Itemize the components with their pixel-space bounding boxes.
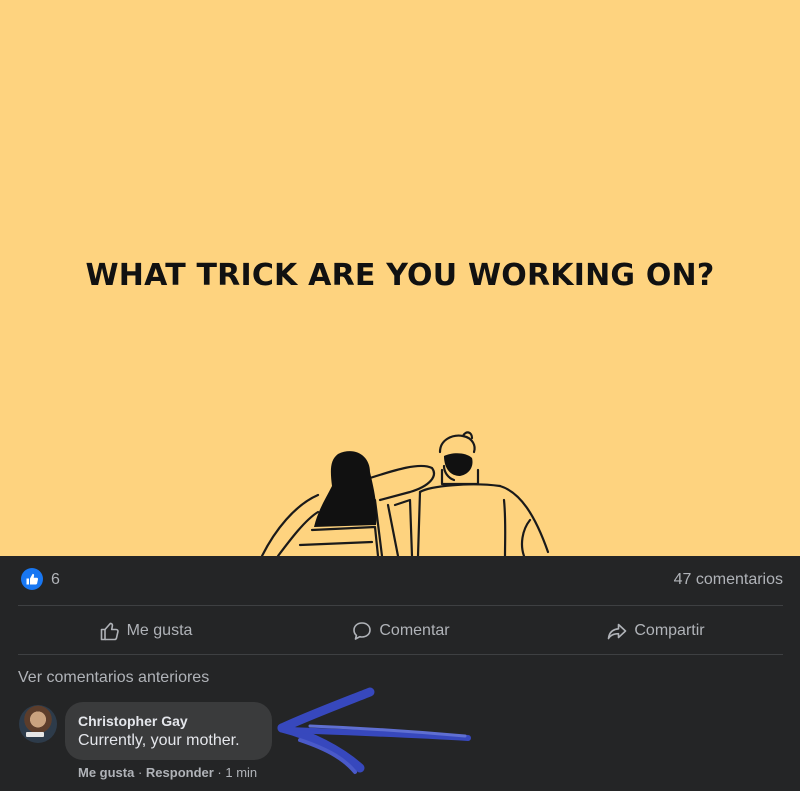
action-bar: Me gusta Comentar Compartir	[18, 608, 783, 654]
meta-separator: ·	[134, 765, 146, 780]
share-arrow-icon	[608, 623, 627, 640]
comment-button-label: Comentar	[379, 622, 450, 639]
comment-like-link[interactable]: Me gusta	[78, 765, 134, 780]
meta-separator: ·	[213, 765, 226, 780]
comment-button[interactable]: Comentar	[273, 608, 528, 654]
comment-meta: Me gusta · Responder · 1 min	[78, 765, 257, 780]
avatar-badge	[26, 732, 44, 737]
people-illustration	[260, 431, 550, 556]
like-count[interactable]: 6	[51, 571, 60, 589]
comment-reply-link[interactable]: Responder	[146, 765, 214, 780]
divider-top	[18, 605, 783, 606]
comment-author[interactable]: Christopher Gay	[78, 713, 259, 730]
share-button-label: Compartir	[634, 622, 705, 639]
comment-bubble-icon	[353, 622, 372, 640]
thumbs-up-icon	[100, 622, 119, 641]
like-button[interactable]: Me gusta	[18, 608, 273, 654]
comment-text: Currently, your mother.	[78, 732, 240, 749]
divider-bottom	[18, 654, 783, 655]
avatar[interactable]	[19, 705, 57, 743]
view-previous-comments-link[interactable]: Ver comentarios anteriores	[18, 669, 209, 687]
comment-timestamp[interactable]: 1 min	[225, 765, 257, 780]
reaction-stats: 6 47 comentarios	[0, 556, 800, 606]
comment-count-link[interactable]: 47 comentarios	[674, 571, 783, 589]
post-image[interactable]: WHAT TRICK ARE YOU WORKING ON?	[0, 0, 800, 556]
comment-bubble: Christopher Gay Currently, your mother.	[65, 702, 272, 760]
like-reaction-icon[interactable]	[21, 568, 43, 590]
post-footer-panel: 6 47 comentarios Me gusta Comentar Compa…	[0, 556, 800, 791]
share-button[interactable]: Compartir	[528, 608, 783, 654]
like-button-label: Me gusta	[126, 622, 193, 639]
